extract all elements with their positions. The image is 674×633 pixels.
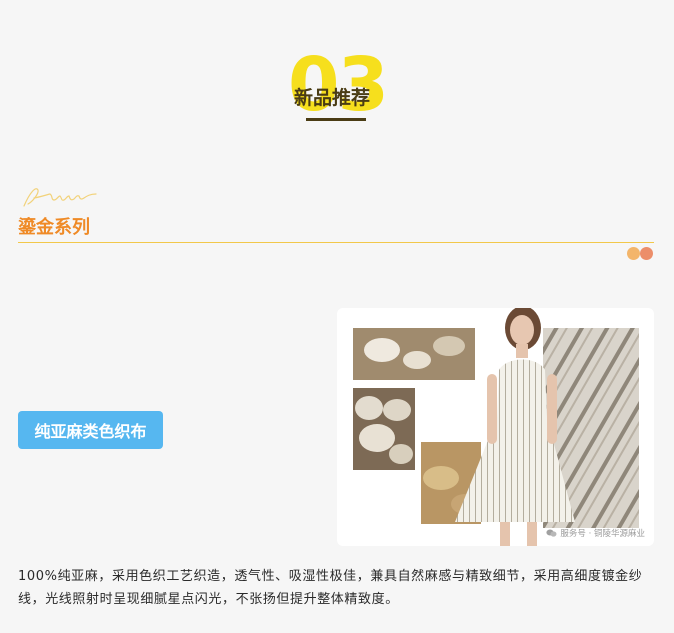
product-description: 100%纯亚麻，采用色织工艺织造，透气性、吸湿性极佳，兼具自然麻感与精致细节，采… [18,569,643,607]
product-image-card: 服务号 · 铜陵华源麻业 [337,308,654,546]
decor-dot-2 [640,247,653,260]
series-title: 鎏金系列 [18,217,90,238]
section-title-underline [306,118,366,121]
section-title: 新品推荐 [294,87,371,109]
watermark: 服务号 · 铜陵华源麻业 [546,527,645,539]
decor-dot-1 [627,247,640,260]
wechat-icon [546,529,557,537]
script-logo [23,188,97,207]
fabric-tag-button[interactable]: 纯亚麻类色织布 [18,411,163,449]
product-collage-image [353,308,639,546]
watermark-text: 服务号 · 铜陵华源麻业 [560,529,645,539]
series-divider [18,242,654,243]
